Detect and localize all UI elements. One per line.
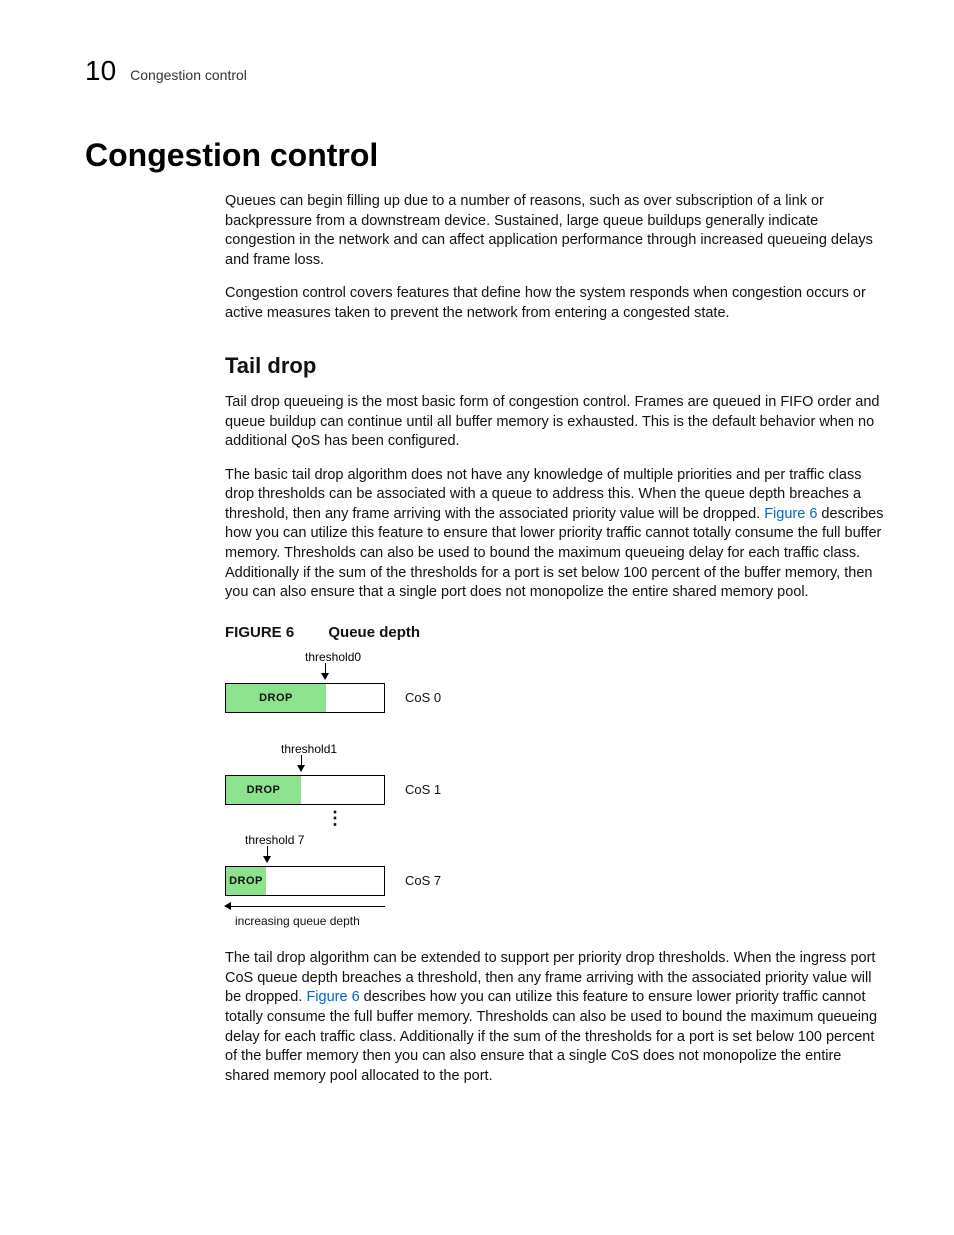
cos-label-7: CoS 7 [405, 872, 441, 890]
intro-paragraph-1: Queues can begin filling up due to a num… [225, 192, 884, 270]
x-axis-label: increasing queue depth [235, 913, 445, 929]
figure-label: FIGURE 6 [225, 624, 294, 641]
queue-bar: DROP [225, 683, 385, 713]
arrow-down-icon [301, 755, 302, 771]
heading-congestion-control: Congestion control [85, 137, 884, 174]
tail-drop-paragraph-3: The tail drop algorithm can be extended … [225, 949, 884, 1086]
chapter-title: Congestion control [130, 67, 247, 83]
vertical-dots-icon: ⋮ [325, 815, 345, 822]
figure-queue-depth: threshold0 DROP CoS 0 threshold1 DROP Co… [225, 649, 445, 929]
threshold-label-0: threshold0 [305, 649, 361, 665]
arrow-left-icon [225, 906, 385, 907]
figure-6-link[interactable]: Figure 6 [764, 506, 817, 522]
queue-row-cos0: threshold0 DROP CoS 0 [225, 649, 445, 713]
drop-region: DROP [226, 776, 301, 804]
tail-drop-paragraph-1: Tail drop queueing is the most basic for… [225, 393, 884, 452]
threshold-label-7: threshold 7 [245, 832, 304, 848]
queue-row-cos1: threshold1 DROP CoS 1 [225, 741, 445, 805]
figure-6-link[interactable]: Figure 6 [306, 989, 359, 1005]
queue-bar: DROP [225, 866, 385, 896]
threshold-label-1: threshold1 [281, 741, 337, 757]
arrow-down-icon [325, 663, 326, 679]
page-header: 10 Congestion control [85, 55, 884, 87]
figure-caption: FIGURE 6 Queue depth [225, 623, 884, 643]
chapter-number: 10 [85, 55, 116, 87]
tail-drop-paragraph-2: The basic tail drop algorithm does not h… [225, 466, 884, 603]
queue-bar: DROP [225, 775, 385, 805]
drop-region: DROP [226, 684, 326, 712]
cos-label-0: CoS 0 [405, 689, 441, 707]
cos-label-1: CoS 1 [405, 781, 441, 799]
heading-tail-drop: Tail drop [225, 351, 884, 381]
arrow-down-icon [267, 846, 268, 862]
drop-region: DROP [226, 867, 266, 895]
figure-title: Queue depth [328, 624, 420, 641]
intro-paragraph-2: Congestion control covers features that … [225, 284, 884, 323]
queue-row-cos7: threshold 7 DROP CoS 7 [225, 832, 445, 896]
